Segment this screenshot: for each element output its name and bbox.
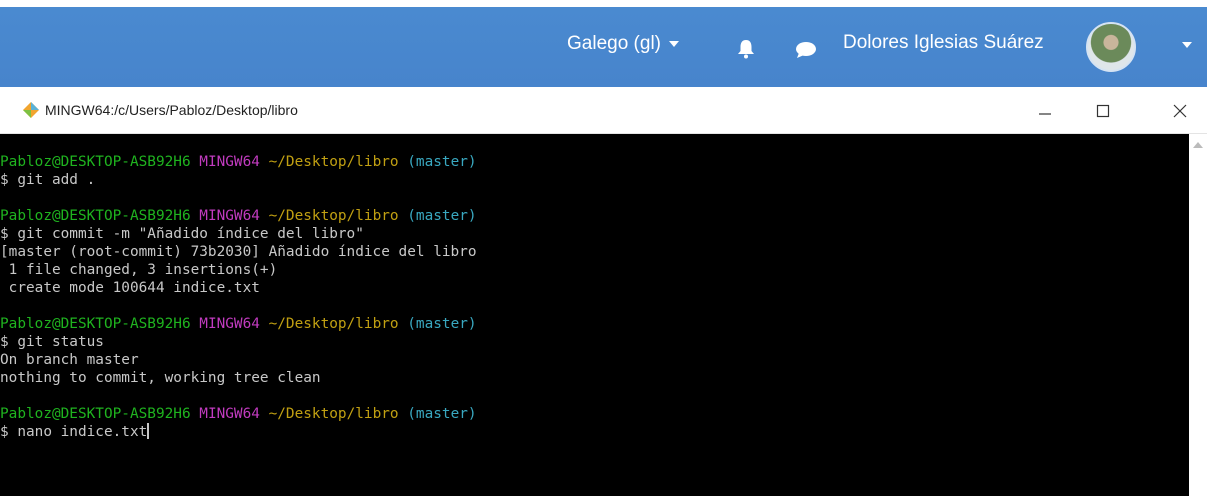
prompt-branch: (master) <box>407 208 477 224</box>
prompt-branch: (master) <box>407 406 477 422</box>
minimize-icon <box>1039 113 1051 115</box>
output-line: create mode 100644 indice.txt <box>0 280 260 296</box>
output-line: [master (root-commit) 73b2030] Añadido í… <box>0 244 477 260</box>
app-header-bar: Galego (gl) Dolores Iglesias Suárez <box>0 7 1207 87</box>
prompt-branch: (master) <box>407 154 477 170</box>
command-line: $ git status <box>0 334 104 350</box>
output-line: On branch master <box>0 352 139 368</box>
chat-bubble-icon[interactable] <box>795 41 817 59</box>
command-line: $ git add . <box>0 172 96 188</box>
prompt-branch: (master) <box>407 316 477 332</box>
prompt-user-host: Pabloz@DESKTOP-ASB92H6 <box>0 406 191 422</box>
prompt-shell: MINGW64 <box>199 208 260 224</box>
maximize-icon <box>1096 104 1110 118</box>
text-cursor <box>147 423 150 439</box>
window-title: MINGW64:/c/Users/Pabloz/Desktop/libro <box>45 102 298 118</box>
terminal-output[interactable]: Pabloz@DESKTOP-ASB92H6 MINGW64 ~/Desktop… <box>0 134 1207 496</box>
minimize-button[interactable] <box>1022 95 1068 127</box>
language-label: Galego (gl) <box>567 33 661 54</box>
maximize-button[interactable] <box>1080 95 1126 127</box>
command-line[interactable]: $ nano indice.txt <box>0 423 1207 441</box>
close-button[interactable] <box>1157 95 1203 127</box>
output-line: 1 file changed, 3 insertions(+) <box>0 262 278 278</box>
prompt-line: Pabloz@DESKTOP-ASB92H6 MINGW64 ~/Desktop… <box>0 207 1207 225</box>
avatar[interactable] <box>1086 22 1136 72</box>
prompt-line: Pabloz@DESKTOP-ASB92H6 MINGW64 ~/Desktop… <box>0 315 1207 333</box>
scroll-up-arrow-icon[interactable] <box>1193 142 1203 148</box>
prompt-path: ~/Desktop/libro <box>268 406 399 422</box>
bell-icon[interactable] <box>737 39 755 59</box>
window-titlebar: MINGW64:/c/Users/Pabloz/Desktop/libro <box>0 87 1207 134</box>
chevron-down-icon[interactable] <box>1182 42 1192 48</box>
prompt-line: Pabloz@DESKTOP-ASB92H6 MINGW64 ~/Desktop… <box>0 153 1207 171</box>
language-selector[interactable]: Galego (gl) <box>567 33 679 55</box>
scrollbar[interactable] <box>1189 134 1207 496</box>
prompt-path: ~/Desktop/libro <box>268 208 399 224</box>
user-name[interactable]: Dolores Iglesias Suárez <box>843 32 1044 54</box>
prompt-path: ~/Desktop/libro <box>268 154 399 170</box>
prompt-line: Pabloz@DESKTOP-ASB92H6 MINGW64 ~/Desktop… <box>0 405 1207 423</box>
git-bash-icon <box>23 102 39 118</box>
prompt-user-host: Pabloz@DESKTOP-ASB92H6 <box>0 154 191 170</box>
close-icon <box>1173 104 1187 118</box>
output-line: nothing to commit, working tree clean <box>0 370 321 386</box>
prompt-shell: MINGW64 <box>199 406 260 422</box>
prompt-path: ~/Desktop/libro <box>268 316 399 332</box>
prompt-user-host: Pabloz@DESKTOP-ASB92H6 <box>0 208 191 224</box>
prompt-shell: MINGW64 <box>199 154 260 170</box>
current-command: $ nano indice.txt <box>0 424 148 440</box>
prompt-user-host: Pabloz@DESKTOP-ASB92H6 <box>0 316 191 332</box>
command-line: $ git commit -m "Añadido índice del libr… <box>0 226 364 242</box>
chevron-down-icon <box>669 41 679 47</box>
prompt-shell: MINGW64 <box>199 316 260 332</box>
